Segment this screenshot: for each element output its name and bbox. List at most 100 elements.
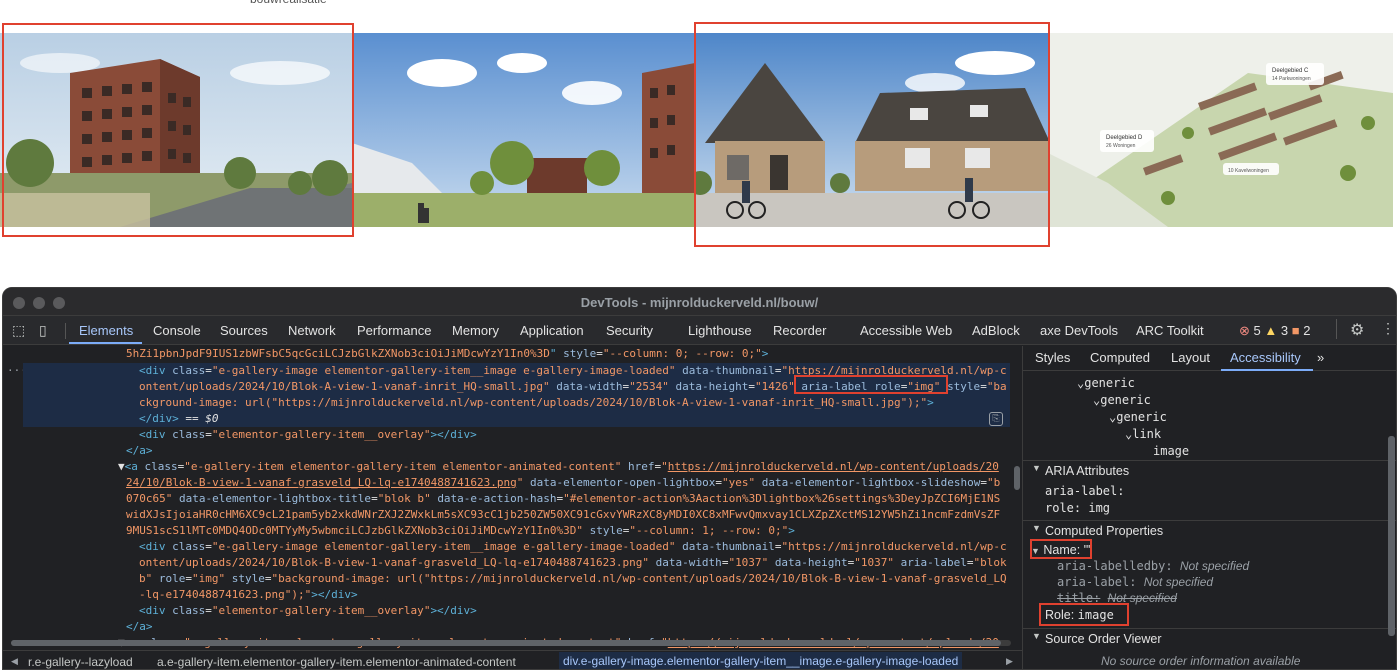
- code-line[interactable]: <div class="elementor-gallery-item__over…: [139, 603, 477, 619]
- computed-name[interactable]: ▼ Name: "": [1031, 543, 1093, 557]
- tab-computed[interactable]: Computed: [1090, 350, 1150, 365]
- window-title: DevTools - mijnrolduckerveld.nl/bouw/: [580, 295, 819, 310]
- a11y-tree-node[interactable]: ⌄generic: [1077, 376, 1135, 390]
- gallery-item-blok-b[interactable]: [352, 33, 695, 227]
- warning-icon: ▲: [1264, 323, 1278, 338]
- arialabel-prop: aria-label: Not specified: [1057, 575, 1214, 589]
- breadcrumb-item[interactable]: a.e-gallery-item.elementor-gallery-item.…: [157, 655, 516, 669]
- device-toolbar-icon[interactable]: ▯: [39, 322, 47, 339]
- aerial-label-deelgebied-d: Deelgebied D: [1106, 135, 1143, 141]
- toolbar-divider-right: [1336, 319, 1337, 339]
- tab-accessible-web[interactable]: Accessible Web: [860, 323, 952, 338]
- collapse-triangle-icon: ▼: [1032, 463, 1041, 473]
- code-line[interactable]: 070c65" data-elementor-lightbox-title="b…: [126, 491, 1000, 507]
- no-source-order-text: No source order information available: [1101, 654, 1301, 668]
- scrollbar-thumb[interactable]: [1014, 466, 1020, 490]
- scrollbar-thumb[interactable]: [1388, 436, 1395, 636]
- title-prop: title: Not specified: [1057, 591, 1177, 605]
- image-gallery: Deelgebied C 14 Parkwoningen Deelgebied …: [0, 22, 1397, 247]
- a11y-tree-node[interactable]: ⌄generic: [1109, 410, 1167, 424]
- accessibility-sidebar: Styles Computed Layout Accessibility » ⌄…: [1022, 346, 1396, 669]
- tab-performance[interactable]: Performance: [357, 323, 431, 338]
- elements-panel: ··· 5hZi1pbnJpdF9IUS1zbWFsbC5qcGciLCJzbG…: [3, 346, 1010, 650]
- tab-sources[interactable]: Sources: [220, 323, 268, 338]
- collapse-triangle-icon: ▼: [1032, 631, 1041, 641]
- more-options-icon[interactable]: ⋮: [1381, 320, 1395, 337]
- code-line[interactable]: </a>: [126, 443, 153, 459]
- code-line[interactable]: b" role="img" style="background-image: u…: [139, 571, 1007, 587]
- elements-horizontal-scrollbar[interactable]: [11, 640, 1011, 646]
- aria-label-attr: aria-label:: [1045, 484, 1125, 498]
- elements-vertical-scrollbar[interactable]: [1013, 346, 1021, 646]
- gallery-image-houses: [695, 33, 1048, 227]
- tab-accessibility[interactable]: Accessibility: [1230, 350, 1301, 365]
- breadcrumb-item-active[interactable]: div.e-gallery-image.elementor-gallery-it…: [559, 652, 963, 669]
- active-sidetab-indicator: [1221, 369, 1313, 371]
- error-icon: ⊗: [1239, 323, 1250, 338]
- tab-arc-toolkit[interactable]: ARC Toolkit: [1136, 323, 1204, 338]
- tab-network[interactable]: Network: [288, 323, 336, 338]
- code-line-selected[interactable]: ontent/uploads/2024/10/Blok-A-view-1-van…: [23, 379, 1010, 395]
- toolbar-divider: [65, 323, 66, 339]
- code-line[interactable]: widXJsIjoiaHR0cHM6XC9cL21pam5yb2xkdWNrZX…: [126, 507, 1000, 523]
- code-line[interactable]: 24/10/Blok-B-view-1-vanaf-grasveld_LQ-lq…: [126, 475, 1000, 491]
- tab-axe-devtools[interactable]: axe DevTools: [1040, 323, 1118, 338]
- breadcrumb-item[interactable]: r.e-gallery--lazyload: [28, 655, 133, 669]
- scrollbar-thumb[interactable]: [11, 640, 1001, 646]
- code-line[interactable]: -lq-e1740488741623.png");"></div>: [139, 587, 358, 603]
- sidebar-scrollbar[interactable]: [1388, 436, 1395, 636]
- tab-console[interactable]: Console: [153, 323, 201, 338]
- section-source-order-viewer[interactable]: ▼ Source Order Viewer: [1023, 629, 1396, 649]
- a11y-tree-node-image[interactable]: image: [1153, 444, 1189, 458]
- gallery-item-aerial[interactable]: Deelgebied C 14 Parkwoningen Deelgebied …: [1048, 33, 1393, 227]
- tab-memory[interactable]: Memory: [452, 323, 499, 338]
- a11y-tree-node[interactable]: ⌄link: [1125, 427, 1161, 441]
- more-tabs-chevron-icon[interactable]: »: [1317, 350, 1324, 365]
- computed-role: Role: image: [1045, 608, 1114, 622]
- section-aria-attributes[interactable]: ▼ ARIA Attributes: [1023, 461, 1396, 481]
- breadcrumb: ◀ r.e-gallery--lazyload a.e-gallery-item…: [3, 650, 1022, 669]
- devtools-titlebar: DevTools - mijnrolduckerveld.nl/bouw/: [3, 288, 1396, 316]
- settings-gear-icon[interactable]: ⚙: [1350, 320, 1364, 340]
- labelledby-prop: aria-labelledby: Not specified: [1057, 559, 1250, 573]
- role-attr: role: img: [1045, 501, 1111, 515]
- code-line-selected[interactable]: </div> == $0: [23, 411, 1010, 427]
- devtools-window: DevTools - mijnrolduckerveld.nl/bouw/ ⬚ …: [2, 287, 1397, 670]
- gallery-image-aerial: Deelgebied C 14 Parkwoningen Deelgebied …: [1048, 33, 1393, 227]
- code-line[interactable]: ▼<a class="e-gallery-item elementor-gall…: [118, 459, 999, 475]
- aerial-label-deelgebied-c: Deelgebied C: [1272, 68, 1309, 74]
- code-line[interactable]: <div class="e-gallery-image elementor-ga…: [139, 539, 1007, 555]
- code-line[interactable]: ontent/uploads/2024/10/Blok-B-view-1-van…: [139, 555, 1007, 571]
- a11y-tree-node[interactable]: ⌄generic: [1093, 393, 1151, 407]
- inspect-element-icon[interactable]: ⬚: [12, 322, 25, 339]
- gallery-image-blok-a: [0, 33, 352, 227]
- tab-adblock[interactable]: AdBlock: [972, 323, 1020, 338]
- error-count: 5: [1253, 323, 1261, 338]
- tab-application[interactable]: Application: [520, 323, 584, 338]
- breadcrumb-scroll-left-icon[interactable]: ◀: [11, 656, 18, 667]
- code-line[interactable]: 5hZi1pbnJpdF9IUS1zbWFsbC5qcGciLCJzbGlkZX…: [126, 346, 768, 362]
- section-computed-properties[interactable]: ▼ Computed Properties: [1023, 521, 1396, 541]
- devtools-tabbar: ⬚ ▯ Elements Console Sources Network Per…: [3, 316, 1396, 345]
- code-line[interactable]: <div class="elementor-gallery-item__over…: [139, 427, 477, 443]
- warning-count: 3: [1280, 323, 1289, 338]
- tab-styles[interactable]: Styles: [1035, 350, 1070, 365]
- tab-lighthouse[interactable]: Lighthouse: [688, 323, 752, 338]
- code-line[interactable]: 9MUS1scS1lMTc0MDQ4ODc0MTYyMy5wbmciLCJzbG…: [126, 523, 795, 539]
- aerial-label-parkwoningen: 14 Parkwoningen: [1272, 76, 1311, 82]
- code-line[interactable]: </a>: [126, 619, 153, 635]
- sidebar-tabs: Styles Computed Layout Accessibility »: [1023, 346, 1396, 371]
- issue-count: 2: [1303, 323, 1311, 338]
- copy-icon[interactable]: ⎘: [989, 412, 1003, 426]
- tab-elements[interactable]: Elements: [79, 323, 133, 338]
- gallery-item-houses[interactable]: [695, 33, 1048, 227]
- breadcrumb-scroll-right-icon[interactable]: ▶: [1006, 656, 1013, 667]
- tab-recorder[interactable]: Recorder: [773, 323, 826, 338]
- aerial-label-kavelwoningen: 10 Kavelwoningen: [1228, 168, 1269, 174]
- code-line-selected[interactable]: ckground-image: url("https://mijnrolduck…: [23, 395, 1010, 411]
- tab-security[interactable]: Security: [606, 323, 653, 338]
- error-counter[interactable]: ⊗ 5 ▲ 3 ■ 2: [1239, 323, 1310, 339]
- gallery-item-blok-a[interactable]: [0, 33, 352, 227]
- tab-layout[interactable]: Layout: [1171, 350, 1210, 365]
- code-line-selected[interactable]: <div class="e-gallery-image elementor-ga…: [23, 363, 1010, 379]
